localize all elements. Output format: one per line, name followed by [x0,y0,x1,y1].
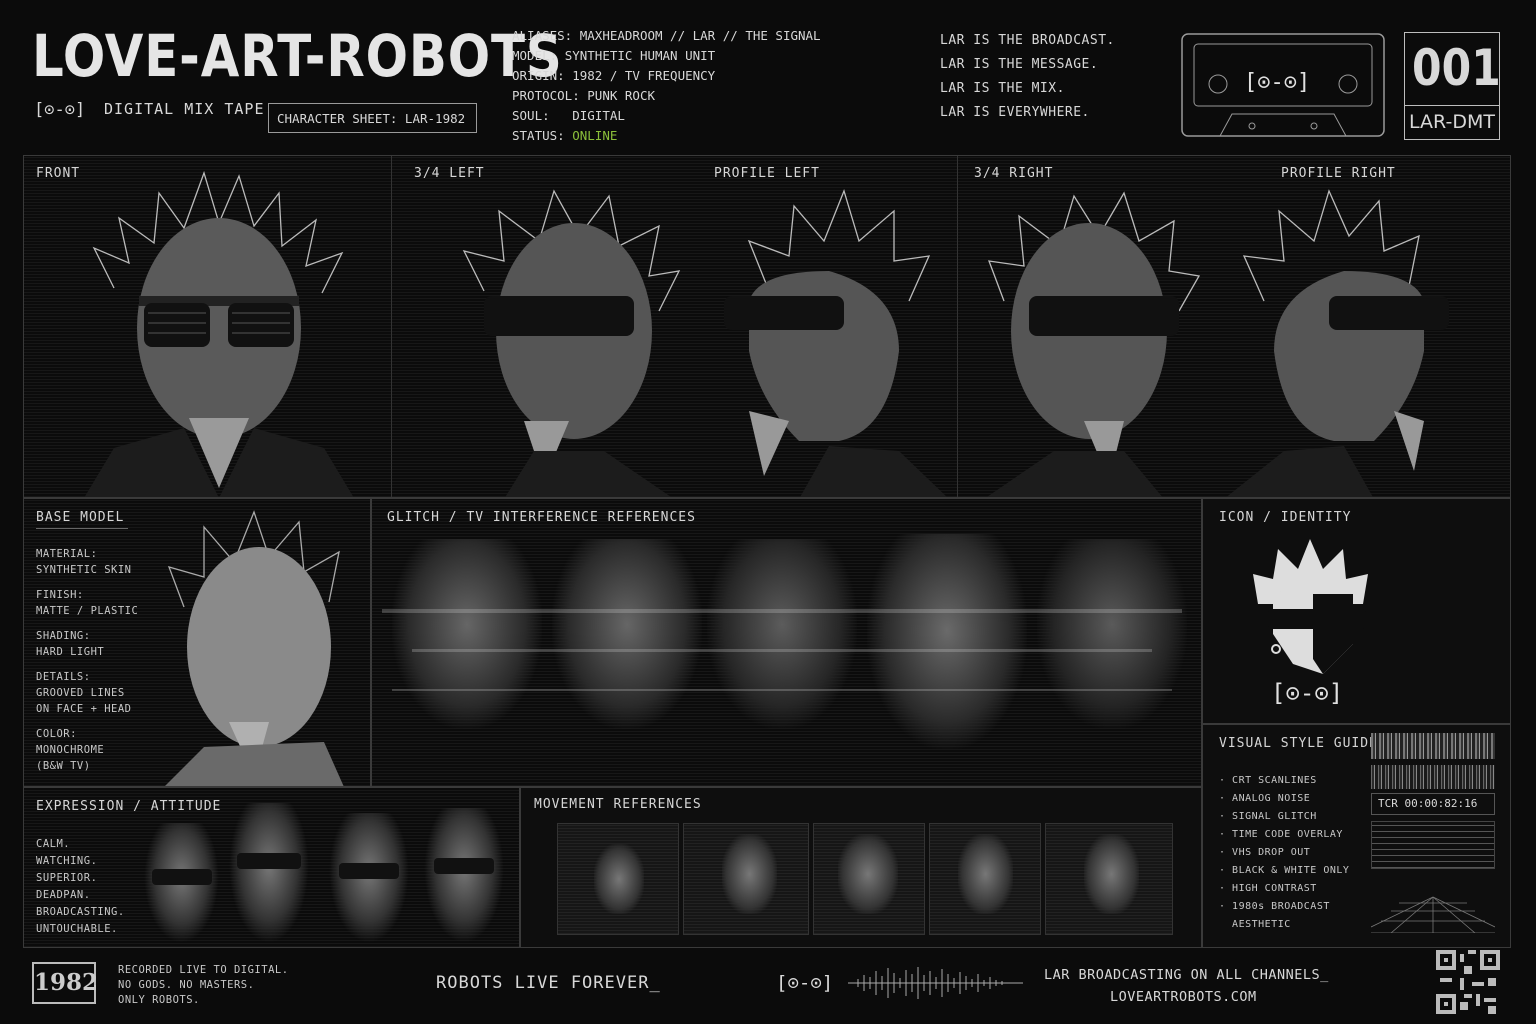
spec-soul: SOUL: DIGITAL [512,108,625,123]
glitch-ref-1 [392,539,542,729]
view-label-34-right: 3/4 RIGHT [974,166,1054,181]
movement-frame-2 [683,823,809,935]
movement-frame-3 [813,823,925,935]
expression-title: EXPRESSION / ATTITUDE [36,799,222,814]
main-title: LOVE-ART-ROBOTS [32,22,563,90]
waveform-icon [848,967,1023,999]
style-item: · VHS DROP OUT [1219,847,1311,858]
scanline-swatch [1371,821,1495,869]
style-item: · SIGNAL GLITCH [1219,811,1317,822]
base-model-bust [165,510,344,786]
style-item: · BLACK & WHITE ONLY [1219,865,1350,876]
movement-frame-5 [1045,823,1173,935]
subtitle: DIGITAL MIX TAPE [104,100,265,118]
sheet-code: LAR-DMT [1409,111,1495,133]
spec-aliases: ALIASES: MAXHEADROOM // LAR // THE SIGNA… [512,28,821,43]
view-label-front: FRONT [36,166,81,181]
base-model-panel: BASE MODEL MATERIAL: SYNTHETIC SKIN FINI… [23,498,371,787]
glitch-ref-3 [707,539,857,729]
style-guide-list: · CRT SCANLINES · ANALOG NOISE · SIGNAL … [1219,772,1349,934]
glitch-ref-5 [1037,539,1187,729]
style-item: · ANALOG NOISE [1219,793,1311,804]
turnaround-panel: FRONT 3/4 LEFT PROFILE LEFT 3/4 RIGHT PR… [23,155,1511,498]
glitch-panel: GLITCH / TV INTERFERENCE REFERENCES [371,498,1202,787]
spec-model: MODEL: SYNTHETIC HUMAN UNIT [512,48,716,63]
style-guide-title: VISUAL STYLE GUIDE [1219,736,1378,751]
sheet-number: 001 [1412,39,1501,97]
timecode-swatch: TCR 00:00:82:16 [1371,793,1495,815]
style-item: · 1980s BROADCAST [1219,901,1330,912]
view-label-profile-right: PROFILE RIGHT [1281,166,1396,181]
style-guide-panel: VISUAL STYLE GUIDE · CRT SCANLINES · ANA… [1202,724,1511,948]
base-model-title: BASE MODEL [36,510,125,525]
identity-icon [1253,539,1368,674]
style-item: · TIME CODE OVERLAY [1219,829,1343,840]
manifesto-line: LAR IS THE MIX. [940,81,1065,96]
spec-protocol: PROTOCOL: PUNK ROCK [512,88,655,103]
portrait-front [84,170,354,497]
grid-swatch [1371,896,1495,933]
portrait-34-left [462,189,681,497]
manifesto-line: LAR IS THE MESSAGE. [940,57,1099,72]
identity-glyph: [⊙-⊙] [1271,679,1344,707]
glitch-title: GLITCH / TV INTERFERENCE REFERENCES [387,510,696,525]
manifesto: LAR IS THE BROADCAST. LAR IS THE MESSAGE… [940,29,1115,125]
movement-title: MOVEMENT REFERENCES [534,797,702,812]
expression-face-3 [329,813,409,943]
status-online: ONLINE [572,128,618,143]
icon-panel: ICON / IDENTITY [⊙-⊙] [1202,498,1511,724]
expression-face-1 [144,823,219,943]
style-item: · HIGH CONTRAST [1219,883,1317,894]
expression-face-4 [424,808,504,943]
portrait-profile-right [1226,189,1449,497]
timecode-text: TCR 00:00:82:16 [1378,797,1478,810]
broadcast-line: LAR BROADCASTING ON ALL CHANNELS_ [1044,967,1329,983]
noise-swatch-2 [1371,765,1495,789]
footer-notes: RECORDED LIVE TO DIGITAL. NO GODS. NO MA… [118,964,289,1006]
cassette-label: [⊙-⊙] [1244,70,1311,95]
year-stamp: 1982 [32,962,99,1004]
movement-panel: MOVEMENT REFERENCES [520,787,1202,948]
style-item: AESTHETIC [1232,919,1291,930]
style-item: · CRT SCANLINES [1219,775,1317,786]
qr-code-icon[interactable] [1436,950,1500,1014]
expression-words: CALM. WATCHING. SUPERIOR. DEADPAN. BROAD… [36,838,125,935]
view-label-34-left: 3/4 LEFT [414,166,485,181]
cassette-icon: [⊙-⊙] [1180,32,1386,138]
expression-panel: EXPRESSION / ATTITUDE CALM. WATCHING. SU… [23,787,520,948]
base-model-props: MATERIAL: SYNTHETIC SKIN FINISH: MATTE /… [36,548,139,772]
footer-glyph: [⊙-⊙] [776,972,834,994]
spec-origin: ORIGIN: 1982 / TV FREQUENCY [512,68,716,83]
movement-frame-1 [557,823,679,935]
manifesto-line: LAR IS EVERYWHERE. [940,105,1090,120]
movement-frame-4 [929,823,1041,935]
expression-face-2 [229,803,309,943]
character-sheet-label: CHARACTER SHEET: LAR-1982 [277,111,466,126]
glitch-ref-4 [867,534,1027,749]
glitch-ref-2 [552,539,702,729]
portrait-34-right [986,191,1201,497]
view-label-profile-left: PROFILE LEFT [714,166,820,181]
noise-swatch-1 [1371,733,1495,759]
icon-title: ICON / IDENTITY [1219,510,1352,525]
number-badge: 001 LAR-DMT [1404,32,1501,140]
manifesto-line: LAR IS THE BROADCAST. [940,33,1115,48]
spec-status: STATUS: ONLINE [512,128,618,143]
site-url[interactable]: LOVEARTROBOTS.COM [1110,989,1257,1005]
logo-glyph: [⊙-⊙] [34,100,86,120]
character-sheet-badge: CHARACTER SHEET: LAR-1982 [268,103,477,133]
spec-list: ALIASES: MAXHEADROOM // LAR // THE SIGNA… [512,26,821,146]
year-text: 1982 [34,969,99,996]
portrait-profile-left [724,189,947,497]
footer-slogan: ROBOTS LIVE FOREVER_ [436,973,661,993]
